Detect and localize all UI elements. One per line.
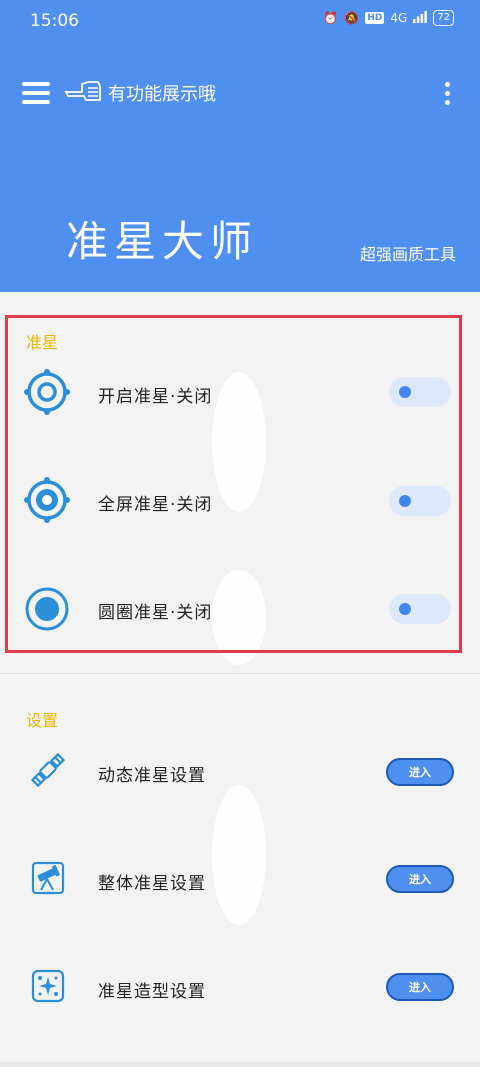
app-title: 准星大师 <box>66 217 259 266</box>
section-divider <box>0 673 480 674</box>
satellite-icon <box>28 750 68 790</box>
alarm-icon: ⏰ <box>323 11 339 25</box>
settings-label-overall: 整体准星设置 <box>98 874 206 894</box>
hd-badge: HD <box>365 12 385 24</box>
app-subtitle: 超强画质工具 <box>359 245 456 264</box>
status-bar: 15:06 ⏰ 🔕 HD 4G 72 <box>0 0 480 44</box>
enter-button-shape[interactable]: 进入 <box>386 973 454 1001</box>
enter-button-overall[interactable]: 进入 <box>386 865 454 893</box>
app-header: 15:06 ⏰ 🔕 HD 4G 72 有功能展示哦 准星大师 超强画质工具 <box>0 0 480 292</box>
battery-indicator: 72 <box>433 10 454 26</box>
settings-label-dynamic: 动态准星设置 <box>98 766 206 786</box>
toolbar: 有功能展示哦 <box>0 70 480 120</box>
network-label: 4G <box>390 11 408 25</box>
mute-bell-icon: 🔕 <box>344 11 360 25</box>
signal-icon <box>413 10 428 26</box>
pointing-hand-icon <box>64 78 104 108</box>
decorative-blob <box>212 785 266 925</box>
enter-button-dynamic[interactable]: 进入 <box>386 758 454 786</box>
highlight-box <box>5 315 462 653</box>
status-icons: ⏰ 🔕 HD 4G 72 <box>323 10 454 26</box>
status-time: 15:06 <box>30 11 79 31</box>
more-options-icon[interactable] <box>442 82 452 110</box>
toolbar-title-group: 有功能展示哦 <box>64 78 216 108</box>
menu-icon[interactable] <box>22 82 50 106</box>
settings-label-shape: 准星造型设置 <box>98 982 206 1002</box>
sparkle-icon <box>28 966 68 1006</box>
section-label-settings: 设置 <box>26 711 59 730</box>
telescope-icon <box>28 858 68 898</box>
toolbar-title: 有功能展示哦 <box>108 84 216 105</box>
bottom-edge <box>0 1062 480 1067</box>
